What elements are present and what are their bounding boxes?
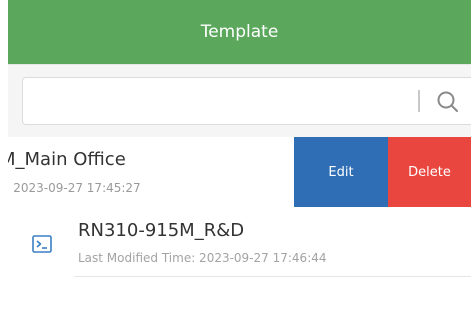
left-edge (0, 0, 8, 332)
terminal-file-icon (32, 235, 52, 253)
list-item-title: RN310-915M_R&D (78, 220, 245, 241)
app-header: Template (8, 0, 471, 64)
list-item-swiped[interactable]: M_Main Office e: 2023-09-27 17:45:27 Edi… (8, 137, 471, 208)
list-item[interactable]: RN310-915M_R&D Last Modified Time: 2023-… (8, 207, 471, 277)
edit-button[interactable]: Edit (294, 137, 388, 207)
edit-button-label: Edit (328, 164, 354, 180)
search-divider (418, 90, 420, 112)
list-item-title: M_Main Office (8, 149, 126, 170)
list-item-subtitle: Last Modified Time: 2023-09-27 17:46:44 (78, 251, 327, 265)
delete-button[interactable]: Delete (388, 137, 471, 207)
list-item-divider (74, 276, 471, 277)
list-item-subtitle: e: 2023-09-27 17:45:27 (8, 181, 141, 195)
app-screen: Template M_Main Office e: 2023-09-27 17:… (0, 0, 471, 332)
search-bar-area (8, 65, 471, 137)
delete-button-label: Delete (408, 164, 451, 180)
search-input[interactable] (22, 77, 471, 125)
search-icon[interactable] (435, 89, 461, 115)
template-list: M_Main Office e: 2023-09-27 17:45:27 Edi… (8, 137, 471, 332)
page-title: Template (200, 22, 279, 42)
